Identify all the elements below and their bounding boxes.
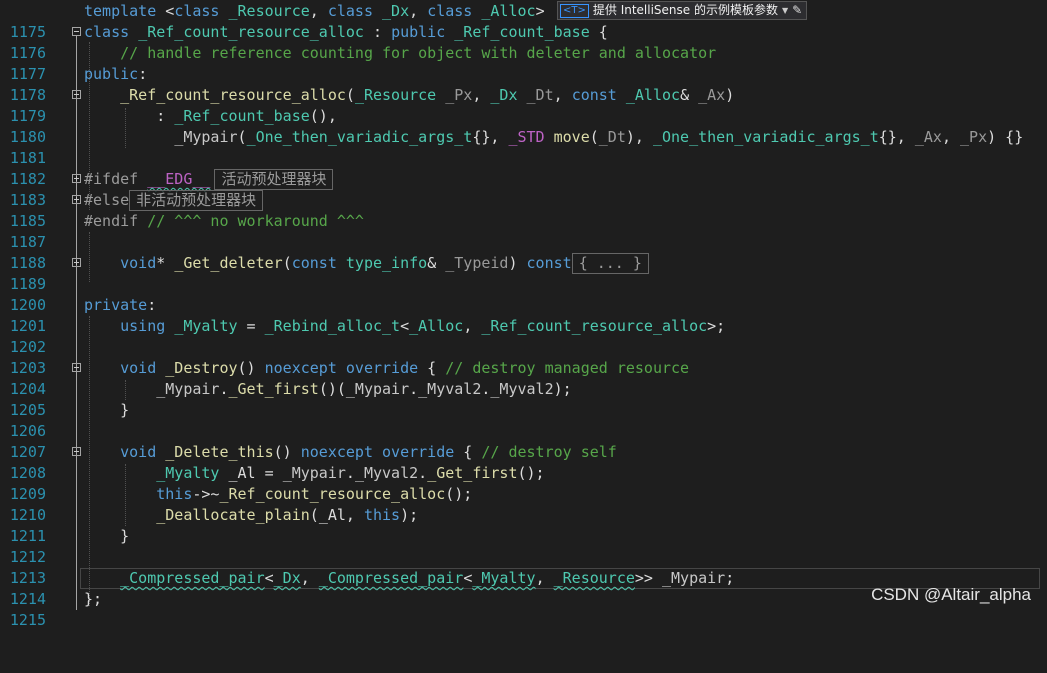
code-line[interactable]: 1177 // handle reference counting for ob… <box>0 43 1047 83</box>
code-line[interactable]: 1204 void _Destroy() noexcept override {… <box>0 358 1047 398</box>
code-line[interactable]: 1206 } <box>0 400 1047 440</box>
line-number: 1215 <box>9 611 46 629</box>
code-editor[interactable]: 1175 template <class _Resource, class _D… <box>0 0 1047 629</box>
code-line[interactable]: 1189 void* _Get_deleter(const type_info&… <box>0 253 1047 293</box>
code-line[interactable]: 1203 <box>0 337 1047 377</box>
hint-text: 提供 IntelliSense 的示例模板参数 <box>592 3 778 17</box>
active-preprocessor-block[interactable]: 活动预处理器块 <box>214 169 334 190</box>
collapse-toggle-icon[interactable] <box>72 90 81 99</box>
expand-toggle-icon[interactable] <box>72 174 81 183</box>
code-line[interactable]: 1209 _Myalty _Al = _Mypair._Myval2._Get_… <box>0 463 1047 503</box>
code-line[interactable]: 1182 <box>0 148 1047 188</box>
watermark: CSDN @Altair_alpha <box>871 585 1031 604</box>
code-line[interactable]: 1179 _Ref_count_resource_alloc(_Resource… <box>0 85 1047 125</box>
code-line[interactable]: 1200 <box>0 274 1047 314</box>
dropdown-caret-icon[interactable]: ▼ <box>782 2 788 19</box>
code-line[interactable]: 1187 #endif // ^^^ no workaround ^^^ <box>0 211 1047 251</box>
code-line[interactable]: 1202 using _Myalty = _Rebind_alloc_t<_Al… <box>0 316 1047 356</box>
intellisense-template-hint[interactable]: <T> 提供 IntelliSense 的示例模板参数 ▼ ✎ <box>557 1 808 20</box>
collapse-toggle-icon[interactable] <box>72 27 81 36</box>
code-line[interactable]: 1208 void _Delete_this() noexcept overri… <box>0 442 1047 482</box>
collapse-toggle-icon[interactable] <box>72 447 81 456</box>
collapse-toggle-icon[interactable] <box>72 363 81 372</box>
code-line[interactable]: 1211 _Deallocate_plain(_Al, this); <box>0 505 1047 545</box>
expand-toggle-icon[interactable] <box>72 195 81 204</box>
expand-toggle-icon[interactable] <box>72 258 81 267</box>
code-line[interactable]: 1180 : _Ref_count_base(), <box>0 106 1047 146</box>
code-line[interactable]: 1212 } <box>0 526 1047 566</box>
code-line[interactable]: 1205 _Mypair._Get_first()(_Mypair._Myval… <box>0 379 1047 419</box>
code-line[interactable]: 1176 class _Ref_count_resource_alloc : p… <box>0 22 1047 62</box>
code-line[interactable]: 1183 #ifdef __EDG__ 活动预处理器块 <box>0 169 1047 209</box>
code-line[interactable]: 1213 <box>0 547 1047 587</box>
template-badge-icon: <T> <box>560 3 589 18</box>
code-line[interactable]: 1178 public: <box>0 64 1047 104</box>
code-line[interactable]: 1185 #else 非活动预处理器块 <box>0 190 1047 230</box>
inactive-preprocessor-block[interactable]: 非活动预处理器块 <box>129 190 264 211</box>
code-line[interactable]: 1175 template <class _Resource, class _D… <box>0 1 1047 41</box>
edit-pencil-icon[interactable]: ✎ <box>792 2 802 19</box>
code-line[interactable]: 1207 <box>0 421 1047 461</box>
code-line[interactable]: 1188 <box>0 232 1047 272</box>
code-line[interactable]: 1181 _Mypair(_One_then_variadic_args_t{}… <box>0 127 1047 167</box>
code-line[interactable]: 1210 this->~_Ref_count_resource_alloc(); <box>0 484 1047 524</box>
collapsed-code-block[interactable]: { ... } <box>571 253 649 274</box>
code-line[interactable]: 1201 private: <box>0 295 1047 335</box>
